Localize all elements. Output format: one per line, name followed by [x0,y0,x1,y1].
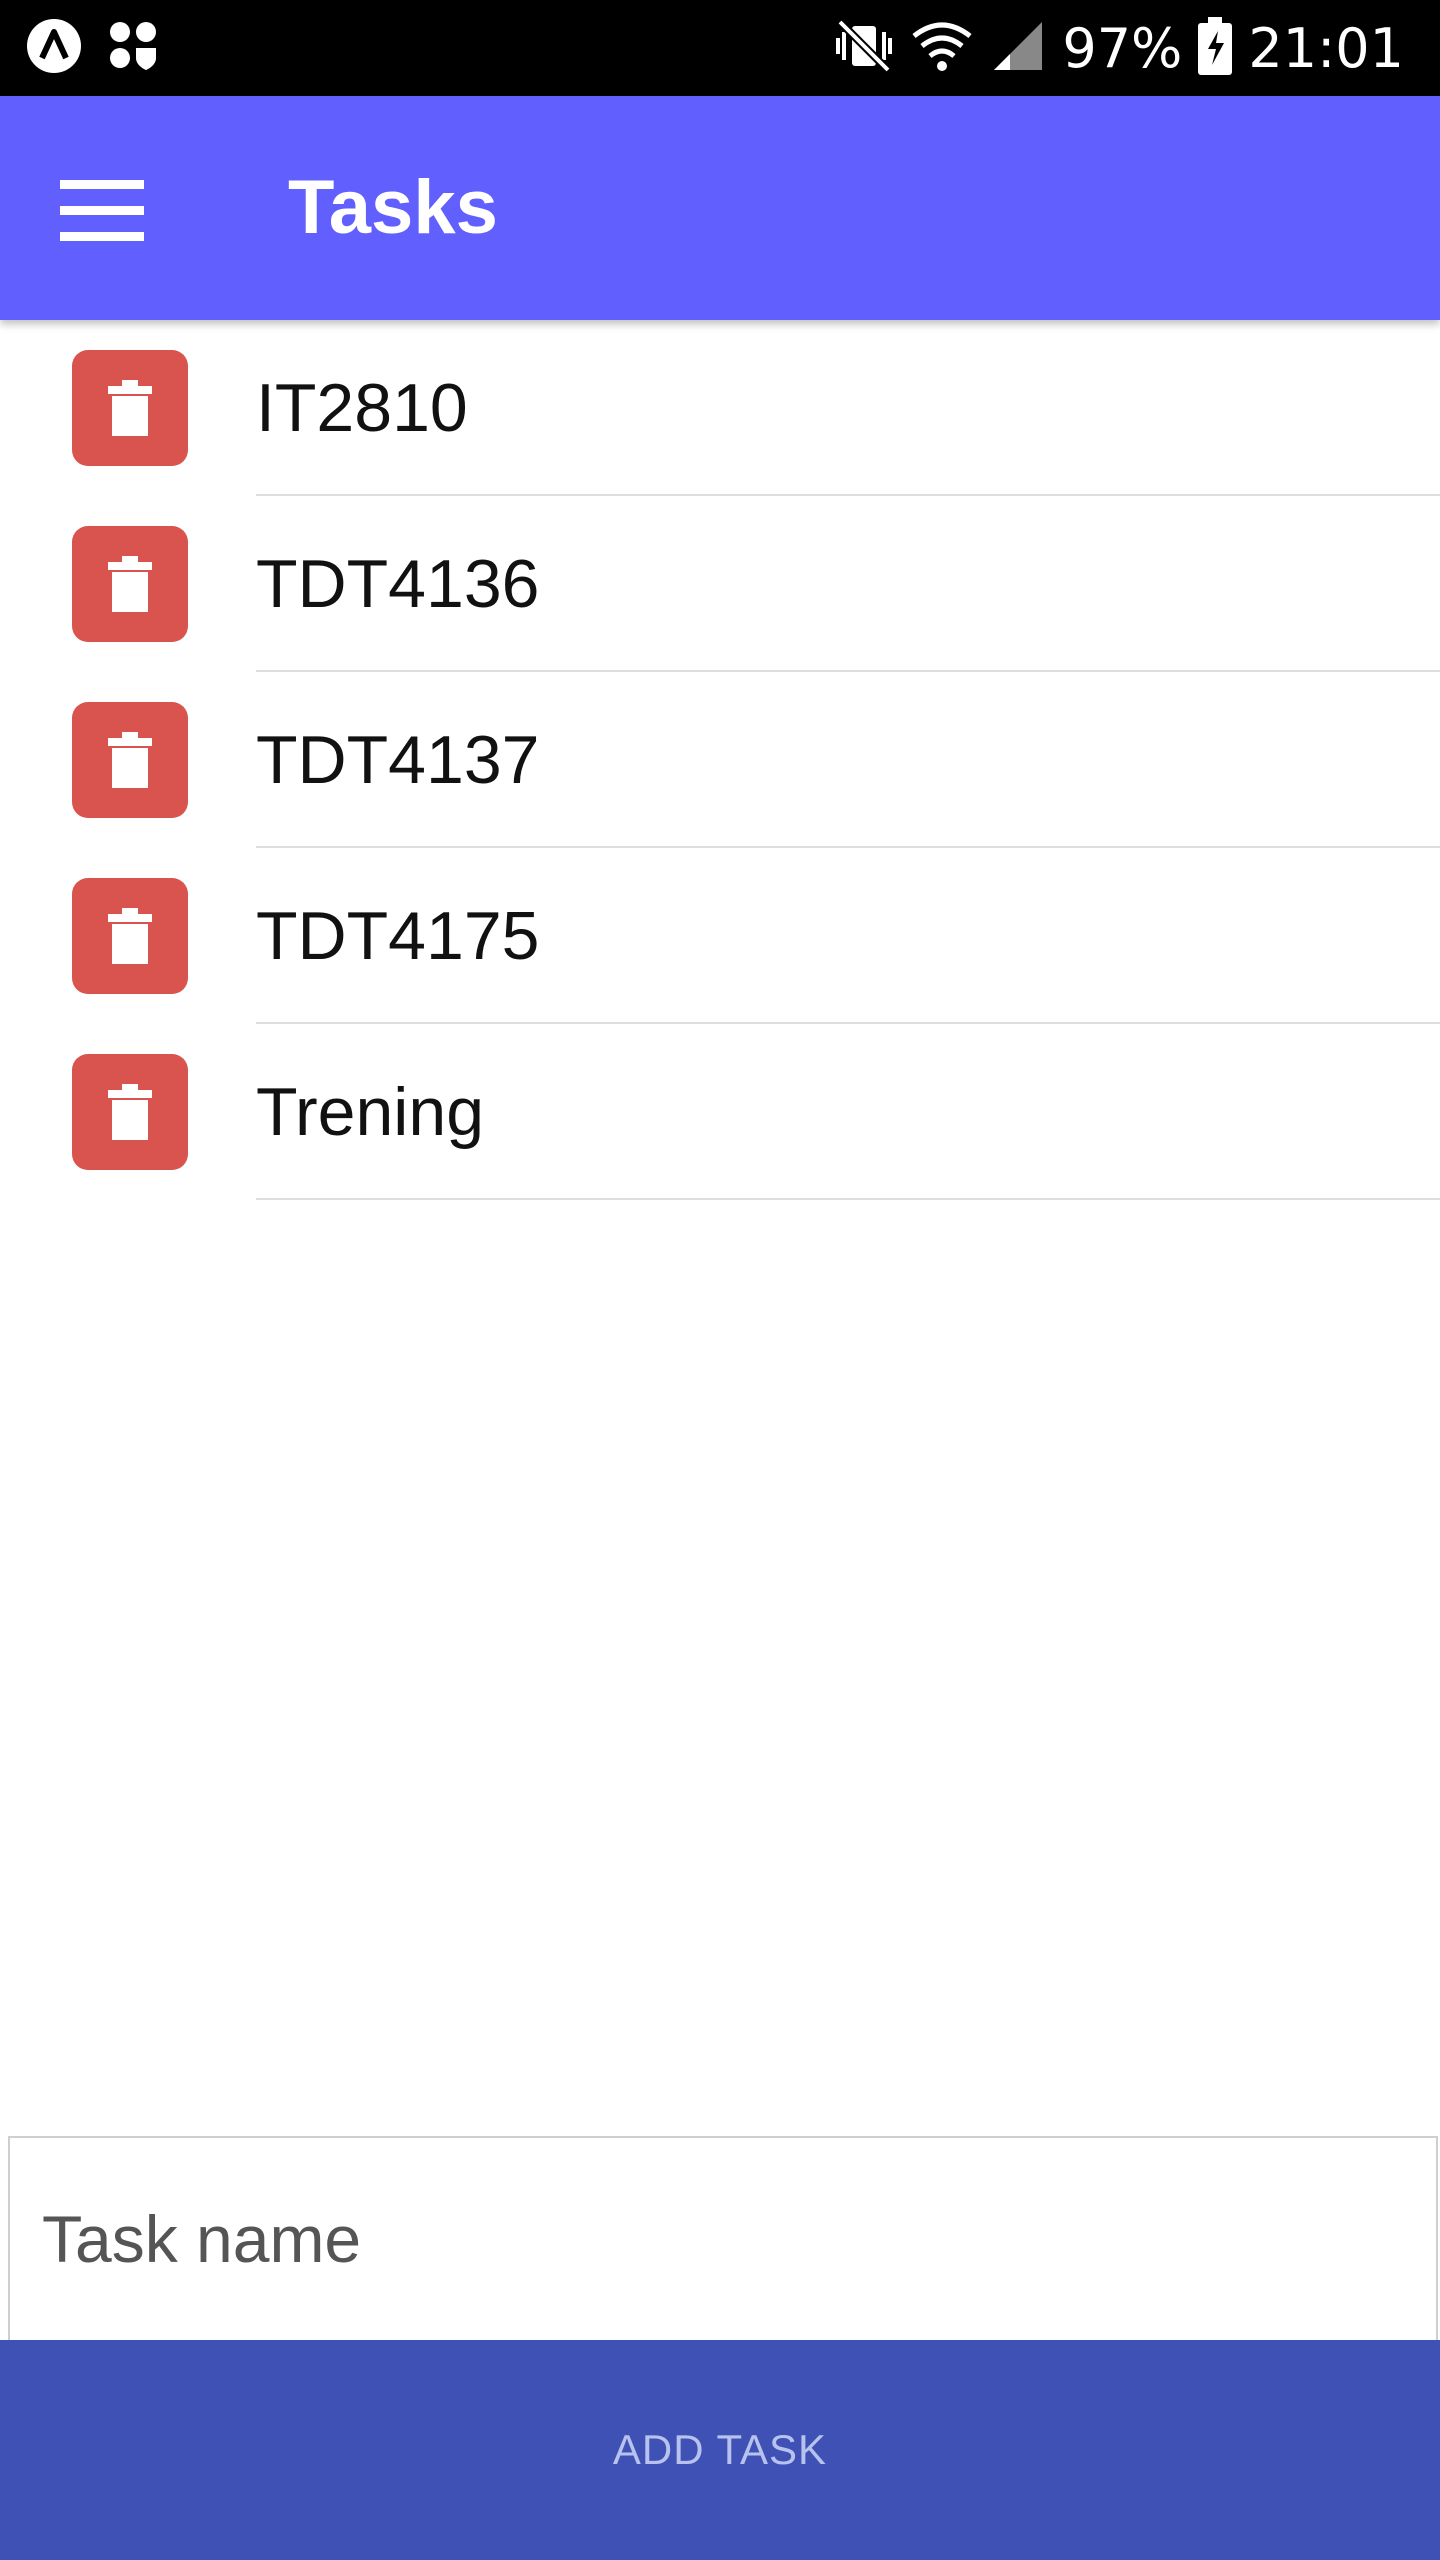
trash-icon [108,908,152,964]
task-name-field-container [8,2136,1438,2340]
trash-icon [108,1084,152,1140]
task-name-input[interactable] [10,2138,1436,2340]
battery-percent: 97% [1062,16,1183,80]
task-label: TDT4175 [256,898,540,974]
delete-task-button[interactable] [72,350,188,466]
task-label: TDT4136 [256,546,540,622]
hamburger-menu-icon[interactable] [50,176,154,246]
task-label: IT2810 [256,370,468,446]
list-item: TDT4136 [0,496,1440,672]
status-bar-left [26,18,160,79]
list-item: IT2810 [0,320,1440,496]
status-bar: 97% 21:01 [0,0,1440,96]
clock: 21:01 [1248,16,1404,80]
task-label: TDT4137 [256,722,540,798]
delete-task-button[interactable] [72,1054,188,1170]
delete-task-button[interactable] [72,526,188,642]
signal-icon [990,18,1046,79]
app-bar: Tasks [0,96,1440,320]
delete-task-button[interactable] [72,702,188,818]
add-task-button[interactable]: ADD TASK [0,2340,1440,2560]
trash-icon [108,732,152,788]
task-label: Trening [256,1074,485,1150]
task-list: IT2810 TDT4136 TDT4137 TDT4175 Trening [0,320,1440,1200]
vibrate-mute-icon [834,18,894,79]
apps-shield-icon [108,20,160,77]
trash-icon [108,380,152,436]
trash-icon [108,556,152,612]
app-notification-icon [26,18,82,79]
list-item: Trening [0,1024,1440,1200]
divider [256,1198,1440,1200]
list-item: TDT4137 [0,672,1440,848]
page-title: Tasks [288,165,498,250]
battery-charging-icon [1198,16,1233,80]
wifi-icon [910,18,974,79]
list-item: TDT4175 [0,848,1440,1024]
status-bar-right: 97% 21:01 [834,14,1404,82]
delete-task-button[interactable] [72,878,188,994]
